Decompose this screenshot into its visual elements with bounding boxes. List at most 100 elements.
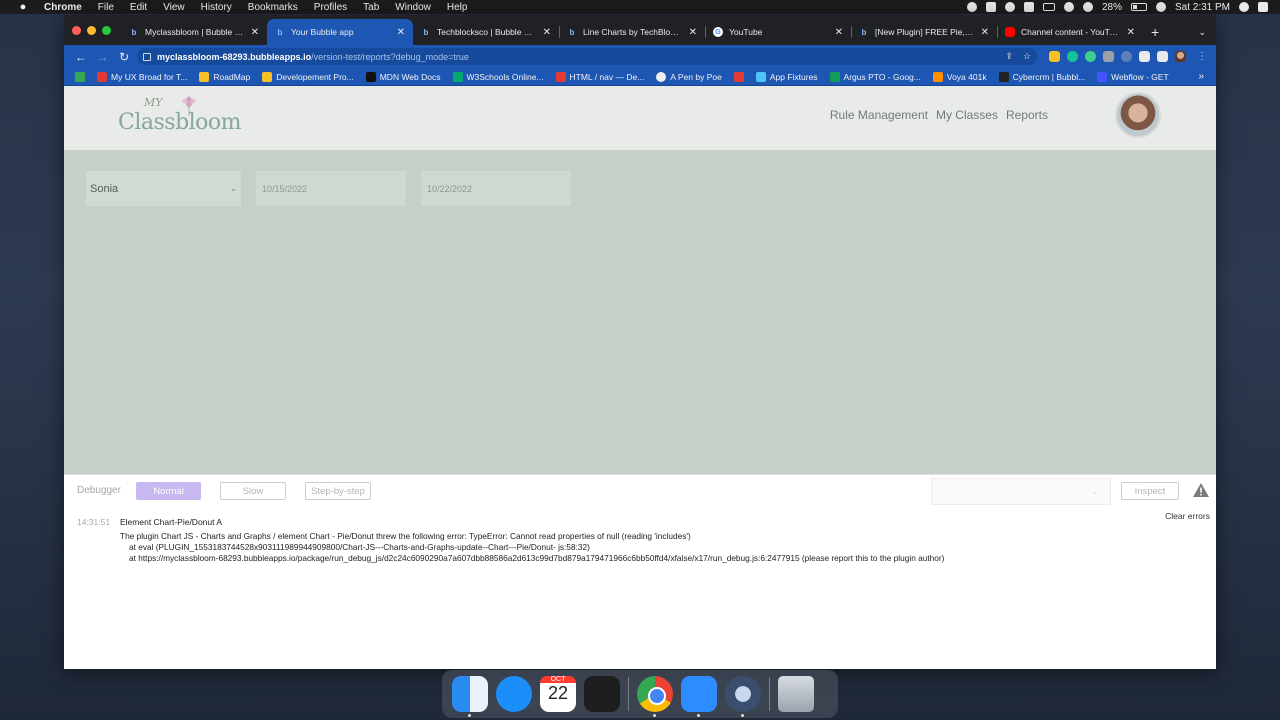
menu-help[interactable]: Help	[439, 2, 476, 13]
bookmark-item[interactable]: App Fixtures	[751, 71, 823, 82]
address-bar[interactable]: myclassbloom-68293.bubbleapps.io/version…	[137, 48, 1038, 65]
calendar-icon[interactable]: OCT 22	[540, 676, 576, 712]
bookmark-item[interactable]	[729, 71, 749, 82]
extension-green-icon[interactable]	[1085, 51, 1097, 62]
messages-icon[interactable]	[496, 676, 532, 712]
fullscreen-window-button[interactable]	[102, 25, 111, 35]
grammarly-icon[interactable]	[1067, 51, 1079, 62]
google-sheets-icon	[829, 71, 840, 82]
tab-line-charts[interactable]: b Line Charts by TechBlocks fo ✕	[559, 19, 705, 45]
bookmark-star-icon[interactable]: ☆	[1023, 51, 1031, 62]
puzzle-extensions-icon[interactable]	[1139, 51, 1151, 62]
new-tab-button[interactable]: +	[1143, 19, 1167, 45]
inspect-button[interactable]: Inspect	[1121, 482, 1179, 500]
tab-close-icon[interactable]: ✕	[981, 27, 989, 38]
bookmark-item[interactable]: Argus PTO - Goog...	[825, 71, 926, 82]
tab-myclassbloom-editor[interactable]: b Myclassbloom | Bubble Editor ✕	[121, 19, 267, 45]
minimize-window-button[interactable]	[87, 25, 96, 35]
tab-your-bubble-app[interactable]: b Your Bubble app ✕	[267, 19, 413, 45]
bookmark-item[interactable]: MDN Web Docs	[361, 71, 446, 82]
element-inspect-select[interactable]: ⌄	[931, 478, 1111, 505]
running-indicator	[741, 714, 744, 717]
share-icon[interactable]: ⇪	[1005, 51, 1013, 62]
spotlight-icon[interactable]	[1239, 2, 1249, 12]
bookmark-item[interactable]: A Pen by Poe	[651, 71, 727, 82]
extension-notes-icon[interactable]	[1049, 51, 1061, 62]
record-icon[interactable]	[966, 2, 977, 12]
tab-close-icon[interactable]: ✕	[1127, 27, 1135, 38]
chrome-icon[interactable]	[637, 676, 673, 717]
finder-icon[interactable]	[452, 676, 488, 717]
menu-edit[interactable]: Edit	[122, 2, 155, 13]
bluetooth-icon[interactable]	[1063, 2, 1074, 12]
menu-bookmarks[interactable]: Bookmarks	[240, 2, 306, 13]
bookmark-item[interactable]: Cybercrm | Bubbl...	[994, 71, 1091, 82]
warning-icon[interactable]	[1192, 482, 1210, 498]
more-menu-icon[interactable]: ⋮	[1197, 51, 1208, 62]
side-panel-icon[interactable]	[1157, 51, 1169, 62]
close-window-button[interactable]	[72, 25, 81, 35]
reload-icon[interactable]: ↻	[115, 50, 133, 64]
tab-youtube[interactable]: G YouTube ✕	[705, 19, 851, 45]
menu-window[interactable]: Window	[387, 2, 439, 13]
end-date-input[interactable]: 10/22/2022	[420, 170, 572, 207]
display-icon[interactable]	[1042, 3, 1055, 11]
battery-icon[interactable]	[1130, 3, 1147, 11]
mode-slow-button[interactable]: Slow	[220, 482, 286, 500]
back-arrow-icon[interactable]: ←	[72, 50, 90, 64]
trash-icon[interactable]	[778, 676, 814, 712]
bookmark-item[interactable]: RoadMap	[194, 71, 255, 82]
tab-close-icon[interactable]: ✕	[397, 27, 405, 38]
tab-close-icon[interactable]: ✕	[835, 27, 843, 38]
camera-extension-icon[interactable]	[1103, 51, 1115, 62]
tab-close-icon[interactable]: ✕	[543, 27, 551, 38]
tab-close-icon[interactable]: ✕	[689, 27, 697, 38]
clear-errors-link[interactable]: Clear errors	[1165, 511, 1210, 521]
bookmark-item[interactable]: Developement Pro...	[257, 71, 358, 82]
lock-icon[interactable]	[143, 52, 152, 61]
start-date-input[interactable]: 10/15/2022	[255, 170, 407, 207]
running-indicator	[468, 714, 471, 717]
notification-center-icon[interactable]	[1258, 2, 1268, 12]
bookmarks-overflow-icon[interactable]: »	[1198, 71, 1210, 82]
control-center-icon[interactable]	[1155, 2, 1166, 12]
wifi-icon[interactable]	[1082, 2, 1093, 12]
bookmark-label: Webflow - GET	[1111, 71, 1169, 82]
nav-reports[interactable]: Reports	[1006, 108, 1048, 122]
tab-new-plugin[interactable]: b [New Plugin] FREE Pie, Donu ✕	[851, 19, 997, 45]
classbloom-logo[interactable]: MY Classbloom	[118, 96, 242, 138]
profile-avatar-icon[interactable]	[1175, 51, 1187, 62]
video-status-icon[interactable]	[1004, 2, 1015, 12]
menu-file[interactable]: File	[90, 2, 122, 13]
tab-channel-content[interactable]: Channel content - YouTube S ✕	[997, 19, 1143, 45]
menubar-clock[interactable]: Sat 2:31 PM	[1175, 2, 1230, 13]
bookmark-item[interactable]: Webflow - GET	[1092, 71, 1173, 82]
menu-view[interactable]: View	[155, 2, 193, 13]
quicktime-icon[interactable]	[725, 676, 761, 717]
apple-icon[interactable]: ●	[0, 1, 32, 13]
bookmark-item[interactable]: W3Schools Online...	[448, 71, 549, 82]
messages-status-icon[interactable]	[985, 2, 996, 12]
loading-extension-icon[interactable]	[1121, 51, 1133, 62]
tab-techblocksco-editor[interactable]: b Techblocksco | Bubble Editor ✕	[413, 19, 559, 45]
tab-close-icon[interactable]: ✕	[251, 27, 259, 38]
nav-rule-management[interactable]: Rule Management	[830, 108, 928, 122]
mode-step-button[interactable]: Step-by-step	[305, 482, 371, 500]
mode-normal-button[interactable]: Normal	[136, 482, 201, 500]
nav-my-classes[interactable]: My Classes	[936, 108, 998, 122]
menu-tab[interactable]: Tab	[355, 2, 387, 13]
figma-icon[interactable]	[584, 676, 620, 712]
menu-profiles[interactable]: Profiles	[306, 2, 355, 13]
menu-app-name[interactable]: Chrome	[32, 2, 90, 13]
student-dropdown[interactable]: Sonia ⌄	[85, 170, 242, 207]
zoom-icon[interactable]	[681, 676, 717, 717]
bookmark-item[interactable]: My UX Broad for T...	[92, 71, 192, 82]
bookmark-item[interactable]: Voya 401k	[928, 71, 992, 82]
user-avatar[interactable]	[1115, 92, 1161, 138]
forward-arrow-icon[interactable]: →	[94, 50, 112, 64]
bookmark-drive[interactable]	[70, 71, 90, 82]
bookmark-item[interactable]: HTML / nav — De...	[551, 71, 650, 82]
menu-history[interactable]: History	[193, 2, 240, 13]
extension-status-icon[interactable]	[1023, 2, 1034, 12]
tab-search-chevron-icon[interactable]: ⌄	[1198, 19, 1216, 45]
